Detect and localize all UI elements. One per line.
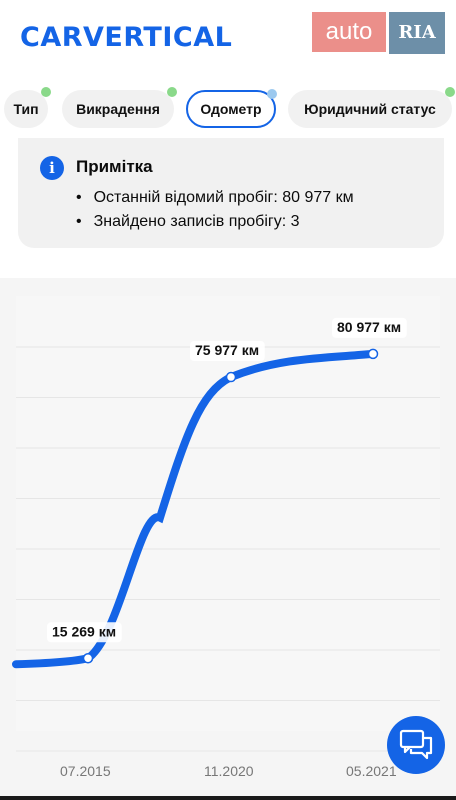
list-item: Знайдено записів пробігу: 3 — [76, 210, 354, 234]
status-dot — [445, 87, 455, 97]
data-point — [225, 371, 237, 383]
list-item: Останній відомий пробіг: 80 977 км — [76, 186, 354, 210]
home-indicator-bar — [0, 796, 456, 800]
note-title: Примітка — [76, 157, 153, 176]
auto-ria-badge-auto[interactable]: auto — [312, 12, 386, 52]
chat-icon — [399, 729, 433, 760]
note-card: i Примітка Останній відомий пробіг: 80 9… — [18, 138, 444, 248]
data-label: 80 977 км — [337, 319, 401, 335]
data-point — [82, 653, 94, 664]
tab-label: Викрадення — [76, 101, 160, 117]
x-tick-label: 11.2020 — [204, 763, 254, 779]
data-point — [367, 348, 379, 360]
data-label: 15 269 км — [52, 623, 116, 639]
data-label: 75 977 км — [195, 342, 259, 358]
tab-label: Тип — [13, 101, 39, 117]
tab-legal-status[interactable]: Юридичний статус — [288, 87, 455, 128]
tab-label: Юридичний статус — [304, 101, 436, 117]
report-tabs: Тип Викрадення Одометр Юридичний статус — [0, 84, 456, 136]
status-dot — [41, 87, 51, 97]
app-header: CARVERTICAL auto RIA — [0, 0, 456, 72]
status-dot — [167, 87, 177, 97]
note-section: i Примітка Останній відомий пробіг: 80 9… — [0, 138, 456, 278]
info-icon: i — [40, 156, 64, 180]
auto-ria-badge-ria[interactable]: RIA — [389, 12, 445, 54]
x-tick-label: 07.2015 — [60, 763, 111, 779]
status-dot — [267, 89, 277, 99]
tab-type[interactable]: Тип — [4, 87, 51, 128]
tab-theft[interactable]: Викрадення — [62, 87, 177, 128]
note-list: Останній відомий пробіг: 80 977 км Знайд… — [76, 186, 354, 234]
chat-button[interactable] — [387, 716, 445, 774]
series-line — [12, 349, 377, 669]
tab-label: Одометр — [200, 101, 262, 117]
tab-odometer[interactable]: Одометр — [186, 89, 277, 128]
carvertical-logo[interactable]: CARVERTICAL — [20, 22, 232, 53]
